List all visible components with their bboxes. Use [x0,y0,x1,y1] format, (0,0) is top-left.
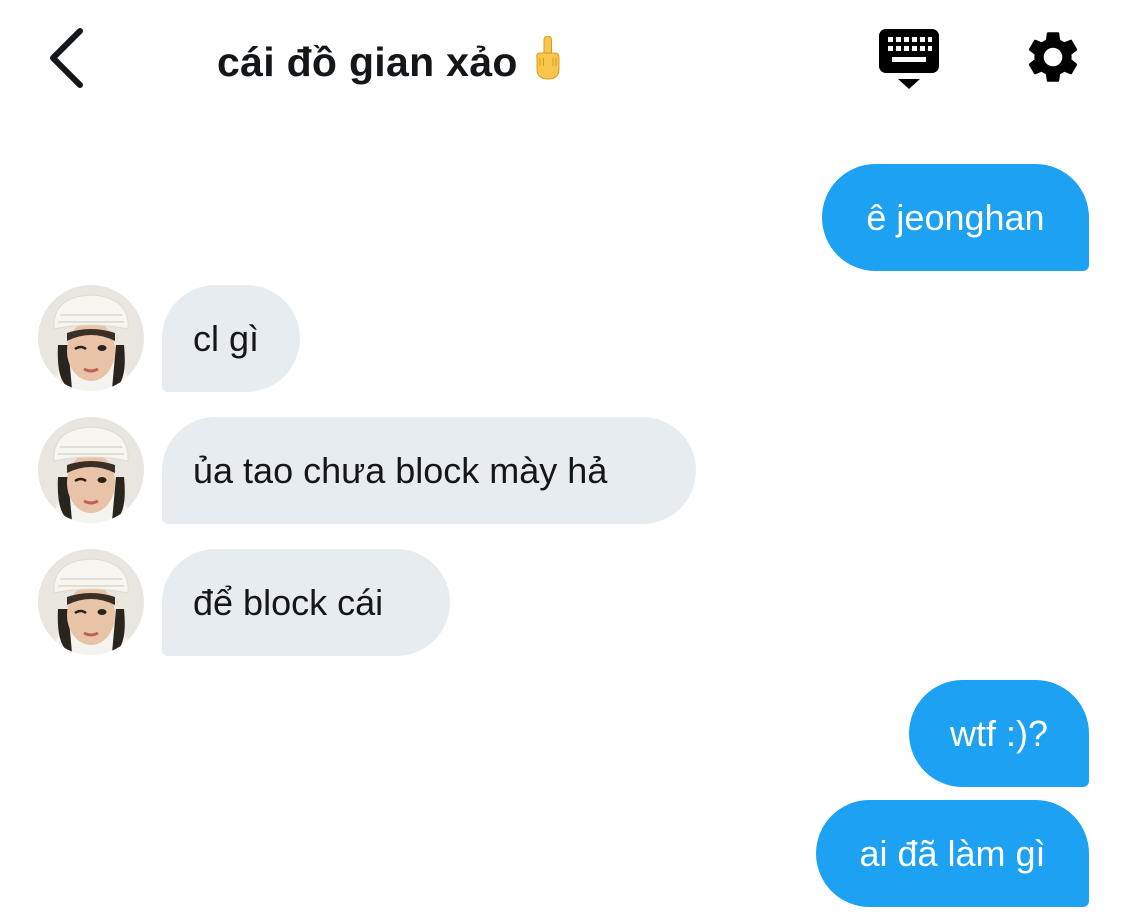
avatar[interactable] [38,285,144,391]
keyboard-icon [879,29,939,89]
message-bubble-incoming[interactable]: cl gì [162,285,300,392]
message-text: để block cái [193,581,384,623]
message-bubble-incoming[interactable]: để block cái [162,549,450,656]
message-text: cl gì [193,317,260,359]
conversation-title-text: cái đồ gian xảo [217,39,518,85]
conversation-header: cái đồ gian xảo [0,0,1125,120]
gear-icon [1028,32,1078,82]
message-bubble-outgoing[interactable]: ai đã làm gì [816,800,1089,907]
message-text: ê jeonghan [866,196,1045,238]
message-text: ủa tao chưa block mày hả [193,449,608,491]
conversation-title: cái đồ gian xảo [217,36,562,87]
message-text: ai đã làm gì [859,832,1046,874]
avatar-image [38,285,144,391]
settings-button[interactable] [1022,26,1084,88]
chevron-left-icon [50,28,83,88]
message-bubble-outgoing[interactable]: ê jeonghan [822,164,1089,271]
back-button[interactable] [40,24,92,92]
avatar-image [38,549,144,655]
avatar[interactable] [38,549,144,655]
message-text: wtf :)? [949,712,1048,754]
avatar[interactable] [38,417,144,523]
message-bubble-incoming[interactable]: ủa tao chưa block mày hả [162,417,696,524]
middle-finger-emoji-icon [536,36,560,80]
message-bubble-outgoing[interactable]: wtf :)? [909,680,1089,787]
keyboard-button[interactable] [876,26,942,92]
avatar-image [38,417,144,523]
